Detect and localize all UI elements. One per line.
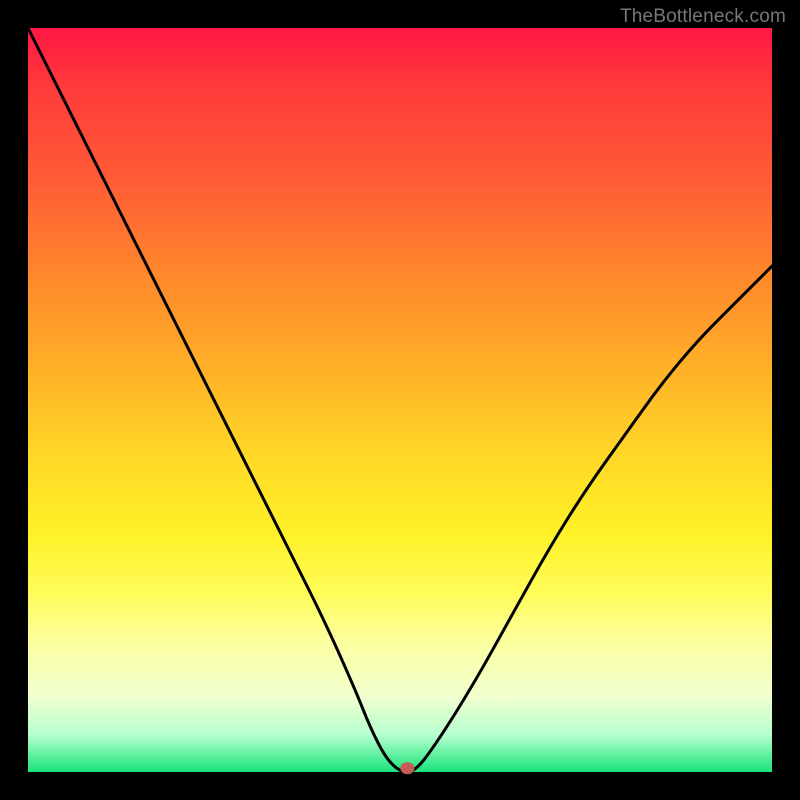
bottleneck-curve — [28, 28, 772, 772]
curve-svg — [28, 28, 772, 772]
plot-area — [28, 28, 772, 772]
chart-frame: TheBottleneck.com — [0, 0, 800, 800]
optimum-marker — [400, 762, 414, 774]
watermark-label: TheBottleneck.com — [620, 6, 786, 28]
